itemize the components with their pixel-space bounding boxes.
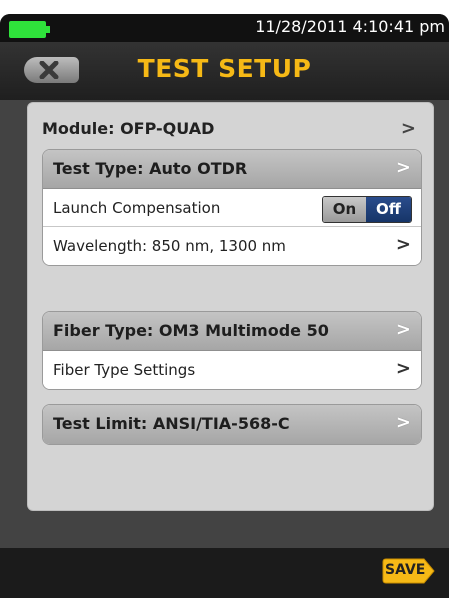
test-type-label: Test Type: Auto OTDR [53, 159, 248, 178]
test-limit-group: Test Limit: ANSI/TIA-568-C > [42, 404, 422, 445]
status-bar: 11/28/2011 4:10:41 pm [0, 14, 449, 42]
fiber-type-label: Fiber Type: OM3 Multimode 50 [53, 321, 329, 340]
fiber-type-header[interactable]: Fiber Type: OM3 Multimode 50 > [43, 312, 421, 351]
chevron-right-icon: > [395, 412, 411, 433]
status-clock: 11/28/2011 4:10:41 pm [255, 17, 445, 36]
launch-compensation-toggle[interactable]: On Off [322, 196, 412, 223]
test-limit-label: Test Limit: ANSI/TIA-568-C [53, 414, 290, 433]
fiber-type-settings-row[interactable]: Fiber Type Settings > [43, 351, 421, 389]
chevron-right-icon: > [395, 319, 411, 340]
device-screen: 11/28/2011 4:10:41 pm TEST SETUP Module:… [0, 14, 449, 598]
wavelength-row[interactable]: Wavelength: 850 nm, 1300 nm > [43, 227, 421, 265]
launch-compensation-label: Launch Compensation [53, 199, 221, 217]
toggle-on-option[interactable]: On [323, 197, 366, 222]
bottom-bar: SAVE [0, 548, 449, 598]
launch-compensation-row: Launch Compensation On Off [43, 189, 421, 227]
chevron-right-icon: > [395, 157, 411, 178]
module-label: Module: OFP-QUAD [42, 119, 215, 138]
fiber-type-settings-label: Fiber Type Settings [53, 361, 196, 379]
module-row[interactable]: Module: OFP-QUAD > [42, 115, 422, 145]
fiber-type-group: Fiber Type: OM3 Multimode 50 > Fiber Typ… [42, 311, 422, 390]
test-type-header[interactable]: Test Type: Auto OTDR > [43, 150, 421, 189]
test-type-group: Test Type: Auto OTDR > Launch Compensati… [42, 149, 422, 266]
save-label: SAVE [385, 562, 426, 578]
toggle-off-option[interactable]: Off [366, 197, 411, 222]
save-button[interactable]: SAVE [382, 558, 436, 584]
test-limit-header[interactable]: Test Limit: ANSI/TIA-568-C > [43, 405, 421, 444]
chevron-right-icon: > [400, 118, 416, 139]
chevron-right-icon: > [395, 234, 411, 255]
title-bar: TEST SETUP [0, 42, 449, 100]
wavelength-label: Wavelength: 850 nm, 1300 nm [53, 237, 286, 255]
battery-icon [9, 21, 46, 38]
settings-panel: Module: OFP-QUAD > Test Type: Auto OTDR … [27, 102, 434, 511]
page-title: TEST SETUP [137, 54, 312, 83]
chevron-right-icon: > [395, 358, 411, 379]
battery-tip [46, 26, 50, 33]
